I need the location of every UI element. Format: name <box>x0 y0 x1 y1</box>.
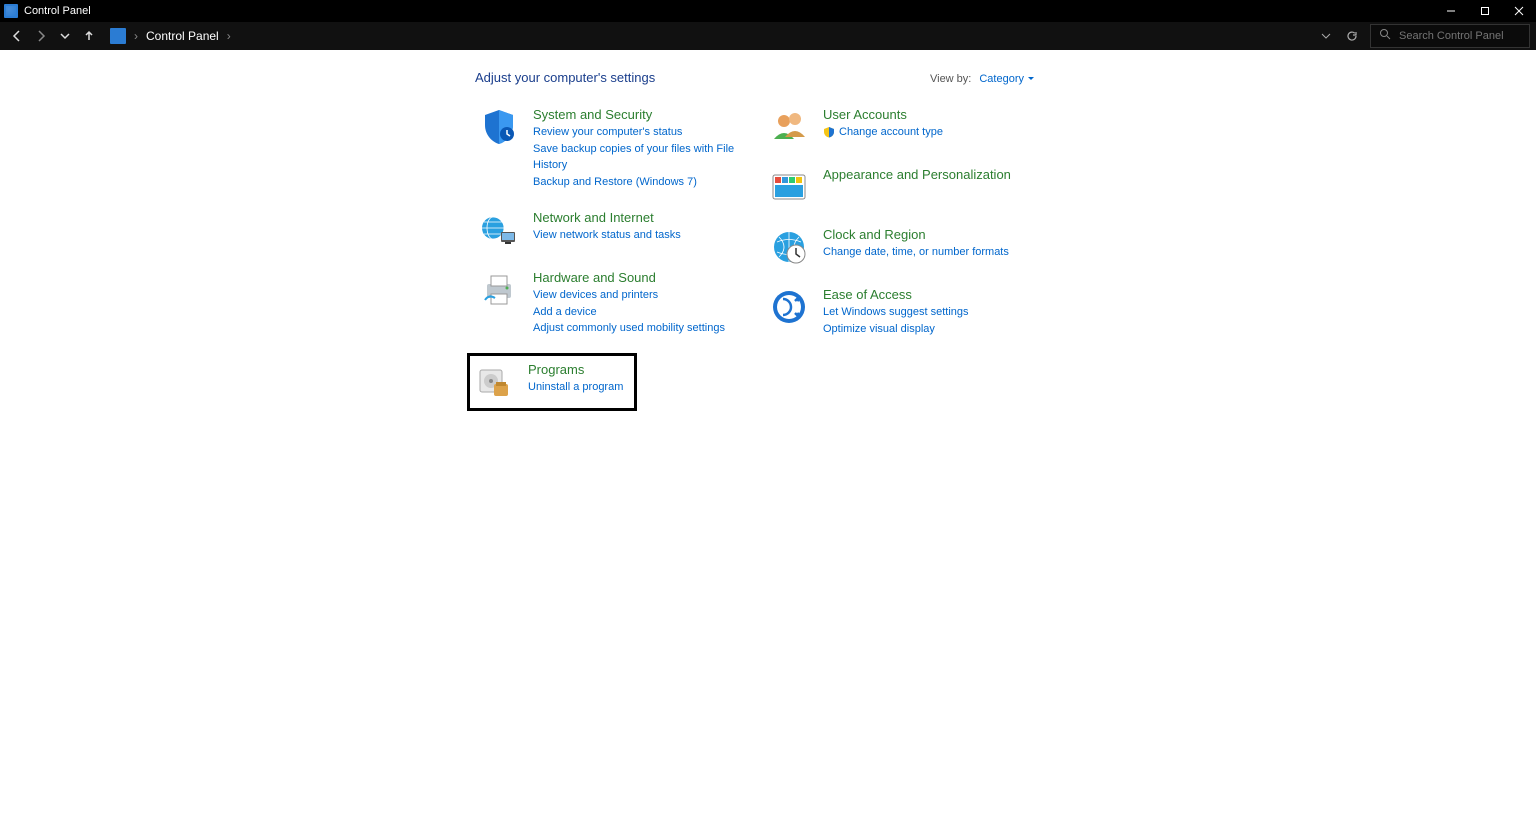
category-appearance: Appearance and Personalization <box>765 163 1035 211</box>
up-button[interactable] <box>78 25 100 47</box>
category-title[interactable]: Clock and Region <box>823 227 1009 242</box>
category-network: Network and Internet View network status… <box>475 206 745 254</box>
printer-icon <box>479 270 519 310</box>
sublink-visual-display[interactable]: Optimize visual display <box>823 321 969 338</box>
sublink-review-status[interactable]: Review your computer's status <box>533 124 741 141</box>
sublink-suggest-settings[interactable]: Let Windows suggest settings <box>823 304 969 321</box>
maximize-button[interactable] <box>1468 0 1502 22</box>
refresh-button[interactable] <box>1342 26 1362 46</box>
sublink-uninstall[interactable]: Uninstall a program <box>528 379 623 396</box>
users-icon <box>769 107 809 147</box>
view-by-selector: View by: Category <box>930 73 1035 85</box>
sublink-network-status[interactable]: View network status and tasks <box>533 227 681 244</box>
address-dropdown-button[interactable] <box>1316 26 1336 46</box>
search-box[interactable] <box>1370 24 1530 48</box>
control-panel-icon <box>110 28 126 44</box>
sublink-date-time[interactable]: Change date, time, or number formats <box>823 244 1009 261</box>
view-by-dropdown[interactable]: Category <box>979 73 1035 85</box>
category-title[interactable]: Network and Internet <box>533 210 681 225</box>
address-bar[interactable]: › Control Panel › <box>110 26 1368 46</box>
content-area: Adjust your computer's settings View by:… <box>0 50 1536 835</box>
view-by-value: Category <box>979 73 1024 85</box>
clock-icon <box>769 227 809 267</box>
category-ease: Ease of Access Let Windows suggest setti… <box>765 283 1035 341</box>
category-title[interactable]: Hardware and Sound <box>533 270 725 285</box>
breadcrumb-separator: › <box>134 29 138 43</box>
forward-button[interactable] <box>30 25 52 47</box>
category-title[interactable]: Programs <box>528 362 623 377</box>
programs-icon <box>474 362 514 402</box>
view-by-label: View by: <box>930 73 971 85</box>
category-programs: Programs Uninstall a program <box>467 353 637 411</box>
sublink-devices-printers[interactable]: View devices and printers <box>533 287 725 304</box>
category-user-accounts: User Accounts Change account type <box>765 103 1035 151</box>
back-button[interactable] <box>6 25 28 47</box>
recent-locations-button[interactable] <box>54 25 76 47</box>
window-title: Control Panel <box>24 5 1434 17</box>
uac-shield-icon <box>823 126 835 138</box>
minimize-button[interactable] <box>1434 0 1468 22</box>
category-title[interactable]: Ease of Access <box>823 287 969 302</box>
network-icon <box>479 210 519 250</box>
category-system-security: System and Security Review your computer… <box>475 103 745 194</box>
sublink-add-device[interactable]: Add a device <box>533 304 725 321</box>
search-input[interactable] <box>1399 30 1536 42</box>
app-icon <box>4 4 18 18</box>
sublink-mobility[interactable]: Adjust commonly used mobility settings <box>533 320 725 337</box>
window-titlebar: Control Panel <box>0 0 1536 22</box>
close-button[interactable] <box>1502 0 1536 22</box>
category-title[interactable]: System and Security <box>533 107 741 122</box>
category-title[interactable]: User Accounts <box>823 107 943 122</box>
category-clock: Clock and Region Change date, time, or n… <box>765 223 1035 271</box>
category-title[interactable]: Appearance and Personalization <box>823 167 1011 182</box>
sublink-change-account[interactable]: Change account type <box>823 124 943 141</box>
navigation-bar: › Control Panel › <box>0 22 1536 50</box>
breadcrumb[interactable]: Control Panel <box>146 29 219 43</box>
sublink-backup-restore[interactable]: Backup and Restore (Windows 7) <box>533 174 741 191</box>
category-hardware: Hardware and Sound View devices and prin… <box>475 266 745 341</box>
page-heading: Adjust your computer's settings <box>475 70 655 85</box>
shield-icon <box>479 107 519 147</box>
sublink-file-history[interactable]: Save backup copies of your files with Fi… <box>533 141 741 174</box>
search-icon <box>1379 27 1391 45</box>
appearance-icon <box>769 167 809 207</box>
ease-of-access-icon <box>769 287 809 327</box>
breadcrumb-separator: › <box>227 29 231 43</box>
